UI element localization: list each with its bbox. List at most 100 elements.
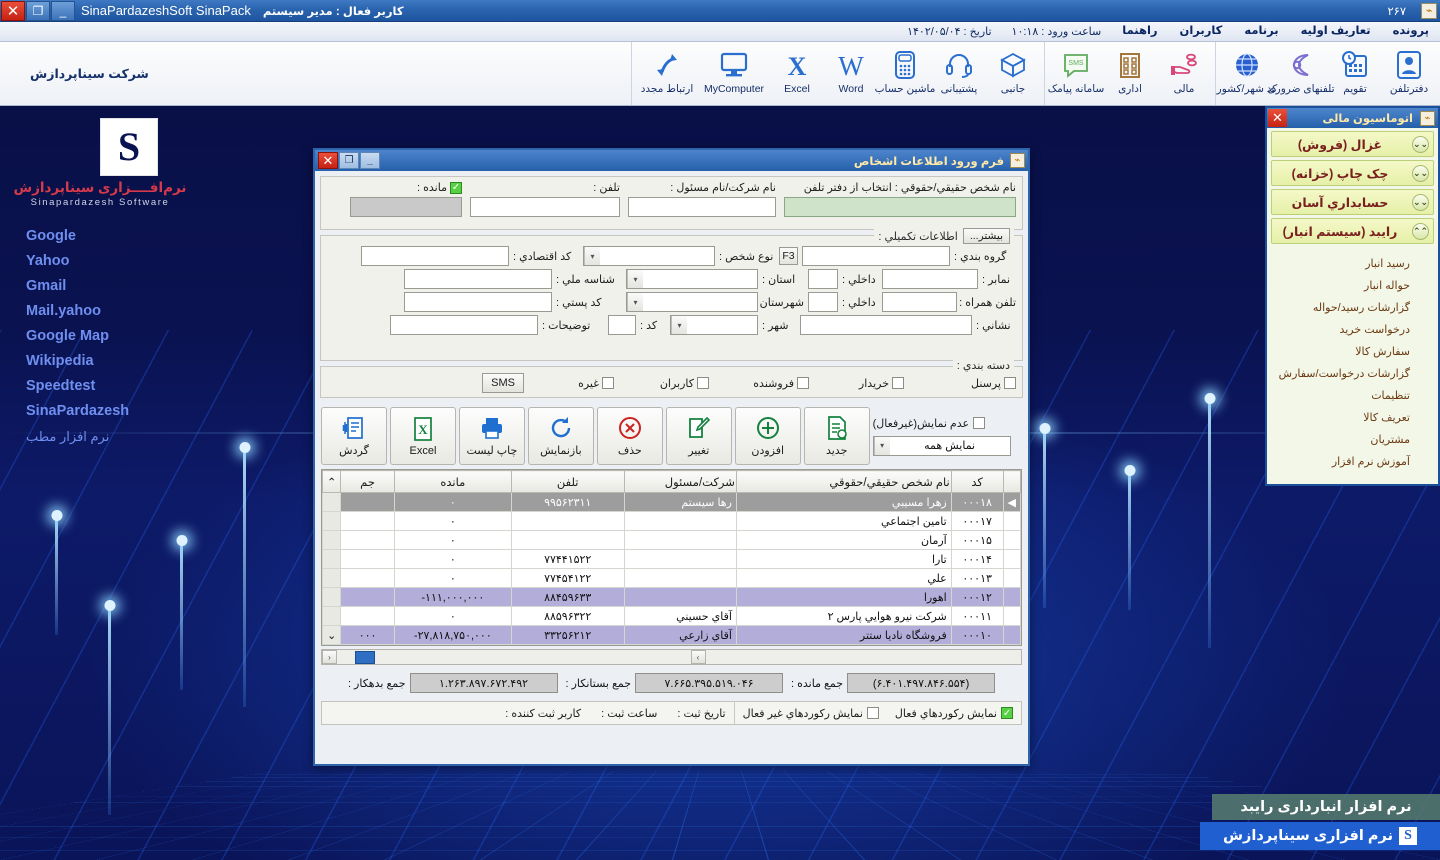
link-google-map[interactable]: Google Map [26, 324, 180, 349]
submenu-item-goods-order[interactable]: سفارش کالا [1267, 341, 1438, 363]
submenu-item-define-goods[interactable]: تعریف کالا [1267, 407, 1438, 429]
company-name-input[interactable] [628, 197, 776, 217]
refresh-button[interactable]: بازنمایش [528, 407, 594, 465]
submenu-item-request-reports[interactable]: گزارشات درخواست/سفارش [1267, 363, 1438, 385]
grid-scroll-cell[interactable] [323, 531, 341, 550]
ribbon-button-calculator[interactable]: ماشین حساب [878, 44, 932, 95]
submenu-item-purchase-request[interactable]: درخواست خرید [1267, 319, 1438, 341]
dialog-minimize-button[interactable]: _ [360, 152, 380, 169]
hide-inactive-checkbox[interactable] [973, 417, 985, 429]
scroll-right-arrow-icon[interactable]: ‹ [322, 650, 337, 664]
grid-scroll-cell[interactable] [323, 493, 341, 512]
more-button[interactable]: بیشتر... [963, 228, 1010, 244]
new-button[interactable]: جدید [804, 407, 870, 465]
print-list-button[interactable]: چاپ لیست [459, 407, 525, 465]
table-row[interactable]: ۰۰۰۱۱ شرکت نیرو هوایي پارس ۲ آقاي حسیني … [323, 607, 1021, 626]
mobile-ext-input[interactable] [808, 292, 838, 312]
menu-item-help[interactable]: راهنما [1111, 22, 1168, 41]
economic-code-input[interactable] [361, 246, 509, 266]
edit-button[interactable]: تغییر [666, 407, 732, 465]
submenu-item-receipt-reports[interactable]: گزارشات رسید/حواله [1267, 297, 1438, 319]
inactive-records-checkbox[interactable] [867, 707, 879, 719]
display-filter-combo[interactable]: ▾ نمایش همه [873, 436, 1011, 456]
link-speedtest[interactable]: Speedtest [26, 374, 180, 399]
column-header-company[interactable]: شرکت/مسئول [624, 471, 736, 493]
ribbon-button-emergency-phones[interactable]: تلفنهای ضروری [1274, 44, 1328, 95]
grid-scroll-cell[interactable] [323, 588, 341, 607]
ledger-button[interactable]: گردش [321, 407, 387, 465]
table-row[interactable]: ۰۰۰۱۵ آرمان ۰ [323, 531, 1021, 550]
section-raybod-warehouse[interactable]: ⌃⌃ رایبد (سیستم انبار) [1271, 218, 1434, 244]
sms-button[interactable]: SMS [482, 373, 524, 393]
table-row[interactable]: ۰۰۰۱۰ فروشگاه نادیا ستتر آقاي زارعي ۳۳۲۵… [323, 626, 1021, 645]
city-code-input[interactable] [608, 315, 636, 335]
ribbon-button-financial[interactable]: مالی [1157, 44, 1211, 95]
minimize-button[interactable]: _ [51, 1, 75, 21]
fax-input[interactable] [882, 269, 978, 289]
city-combo[interactable]: ▾ [670, 315, 758, 335]
grid-scroll-cell[interactable] [323, 550, 341, 569]
scrollbar-thumb[interactable] [355, 651, 375, 664]
inactive-records-toggle[interactable]: نمایش رکوردهاي غیر فعال [735, 707, 887, 720]
national-id-input[interactable] [404, 269, 552, 289]
table-row[interactable]: ◀ ۰۰۰۱۸ زهرا مسیبي رها سیستم ۹۹۵۶۲۳۱۱ ۰ [323, 493, 1021, 512]
dialog-close-button[interactable]: ✕ [318, 152, 338, 169]
ribbon-button-accessories[interactable]: جانبی [986, 44, 1040, 95]
grid-scroll-up-header[interactable]: ⌃ [323, 471, 341, 493]
column-header-balance[interactable]: مانده [394, 471, 511, 493]
phone-input[interactable] [470, 197, 620, 217]
link-gmail[interactable]: Gmail [26, 274, 180, 299]
city-county-combo[interactable]: ▾ [626, 292, 758, 312]
close-button[interactable]: ✕ [1, 1, 25, 21]
checkbox-buyer[interactable] [892, 377, 904, 389]
automation-panel-close-button[interactable]: ✕ [1268, 109, 1287, 127]
delete-button[interactable]: حذف [597, 407, 663, 465]
group-hotkey-button[interactable]: F3 [779, 247, 798, 265]
link-yahoo[interactable]: Yahoo [26, 249, 180, 274]
ribbon-button-mycomputer[interactable]: MyComputer [698, 44, 770, 95]
group-input[interactable] [802, 246, 950, 266]
submenu-item-customers[interactable]: مشتریان [1267, 429, 1438, 451]
link-sinapardazesh[interactable]: SinaPardazesh [26, 399, 180, 424]
ribbon-button-calendar[interactable]: تقویم [1328, 44, 1382, 95]
link-mail-yahoo[interactable]: Mail.yahoo [26, 299, 180, 324]
table-row[interactable]: ۰۰۰۱۳ علي ۷۷۴۵۴۱۲۲ ۰ [323, 569, 1021, 588]
column-header-phone[interactable]: تلفن [511, 471, 624, 493]
section-easy-accounting[interactable]: ⌄⌄ حسابداري آسان [1271, 189, 1434, 215]
link-wikipedia[interactable]: Wikipedia [26, 349, 180, 374]
table-row[interactable]: ۰۰۰۱۲ اهورا ۸۸۴۵۹۶۳۳ ۱۱۱,۰۰۰,۰۰۰- [323, 588, 1021, 607]
postal-code-input[interactable] [404, 292, 552, 312]
person-type-combo[interactable]: ▾ [583, 246, 715, 266]
grid-scroll-cell[interactable] [323, 512, 341, 531]
excel-export-button[interactable]: X Excel [390, 407, 456, 465]
checkbox-other[interactable] [602, 377, 614, 389]
active-records-toggle[interactable]: نمایش رکوردهاي فعال [887, 707, 1021, 720]
column-header-sum[interactable]: جم [341, 471, 395, 493]
table-row[interactable]: ۰۰۰۱۴ تارا ۷۷۴۴۱۵۲۲ ۰ [323, 550, 1021, 569]
submenu-item-receipt[interactable]: رسید انبار [1267, 253, 1438, 275]
add-button[interactable]: افزودن [735, 407, 801, 465]
submenu-item-settings[interactable]: تنظیمات [1267, 385, 1438, 407]
grid-scroll-cell[interactable] [323, 607, 341, 626]
link-google[interactable]: Google [26, 224, 180, 249]
active-records-checkbox[interactable] [1001, 707, 1013, 719]
persons-data-grid[interactable]: کد نام شخص حقیقي/حقوقي شرکت/مسئول تلفن م… [321, 469, 1022, 646]
submenu-item-training[interactable]: آموزش نرم افزار [1267, 451, 1438, 473]
table-row[interactable]: ۰۰۰۱۷ تامین اجتماعي ۰ [323, 512, 1021, 531]
checkbox-users[interactable] [697, 377, 709, 389]
grid-scroll-down[interactable]: ⌄ [323, 626, 341, 645]
menu-item-program[interactable]: برنامه [1233, 22, 1289, 41]
menu-item-parvandeh[interactable]: پرونده [1382, 22, 1440, 41]
mobile-input[interactable] [882, 292, 957, 312]
section-ghazal-sales[interactable]: ⌄⌄ غزال (فروش) [1271, 131, 1434, 157]
menu-item-definitions[interactable]: تعاریف اولیه [1290, 22, 1382, 41]
section-cheque-print-treasury[interactable]: ⌄⌄ چک چاپ (خزانه) [1271, 160, 1434, 186]
scroll-left-arrow-icon[interactable]: › [691, 650, 706, 664]
checkbox-seller[interactable] [797, 377, 809, 389]
balance-checkbox[interactable] [450, 182, 462, 194]
address-input[interactable] [800, 315, 972, 335]
ribbon-button-phonebook[interactable]: دفترتلفن [1382, 44, 1436, 95]
ribbon-button-reconnect[interactable]: ارتباط مجدد [636, 44, 698, 95]
ribbon-button-word[interactable]: W Word [824, 44, 878, 95]
dialog-restore-button[interactable]: ❐ [339, 152, 359, 169]
